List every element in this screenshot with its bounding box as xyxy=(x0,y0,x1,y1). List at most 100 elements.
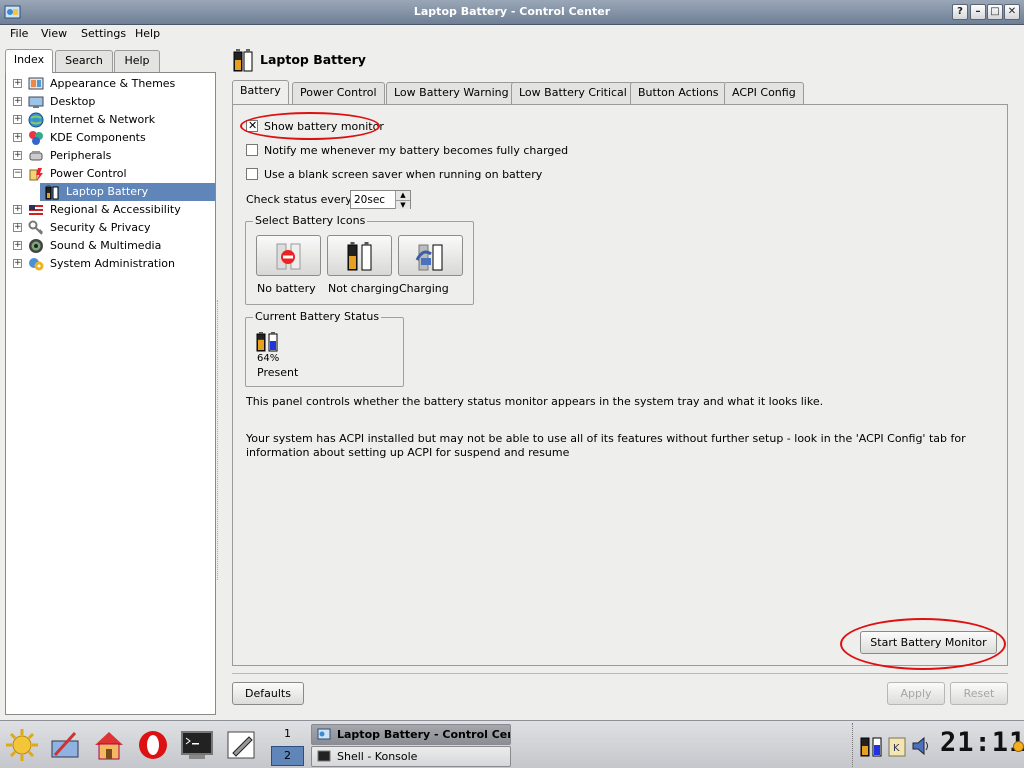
tree-item-peripherals[interactable]: + Peripherals xyxy=(6,147,215,165)
tree-item-regional-accessibility[interactable]: + Regional & Accessibility xyxy=(6,201,215,219)
tab-index[interactable]: Index xyxy=(5,49,53,73)
tree-item-label: Peripherals xyxy=(50,149,112,162)
appearance-icon xyxy=(28,77,44,90)
separator xyxy=(232,673,1008,674)
power-icon xyxy=(29,168,43,181)
notify-full-checkbox[interactable] xyxy=(246,144,258,156)
tree-item-desktop[interactable]: + Desktop xyxy=(6,93,215,111)
tree-item-label: Desktop xyxy=(50,95,96,108)
tree-item-kde-components[interactable]: + KDE Components xyxy=(6,129,215,147)
globe-icon xyxy=(28,112,44,128)
tree-item-appearance-themes[interactable]: + Appearance & Themes xyxy=(6,75,215,93)
kde-menu-icon[interactable] xyxy=(4,727,40,763)
notify-full-label[interactable]: Notify me whenever my battery becomes fu… xyxy=(264,144,568,157)
defaults-button[interactable]: Defaults xyxy=(232,682,304,705)
spin-down-icon[interactable]: ▼ xyxy=(395,200,410,209)
tab-battery[interactable]: Battery xyxy=(232,80,289,104)
expand-icon[interactable]: + xyxy=(13,241,22,250)
terminal-icon xyxy=(317,750,331,762)
not-charging-label: Not charging xyxy=(328,282,399,295)
info-text-2: Your system has ACPI installed but may n… xyxy=(246,432,966,459)
module-title: Laptop Battery xyxy=(260,52,366,67)
help-window-button[interactable]: ? xyxy=(952,4,968,20)
battery-tray-icon[interactable] xyxy=(860,735,884,757)
tree-item-label: Regional & Accessibility xyxy=(50,203,181,216)
task-label: Shell - Konsole xyxy=(337,750,418,763)
window-titlebar[interactable]: Laptop Battery - Control Center ? – □ ✕ xyxy=(0,0,1024,25)
tree-item-label: Security & Privacy xyxy=(50,221,151,234)
menu-settings[interactable]: Settings xyxy=(81,27,126,40)
red-annotation-circle xyxy=(840,618,1006,670)
expand-icon[interactable]: + xyxy=(13,115,22,124)
terminal-icon[interactable] xyxy=(179,727,215,763)
battery-tab-panel: Show battery monitor Notify me whenever … xyxy=(232,104,1008,670)
security-icon xyxy=(28,220,43,235)
task-control-center[interactable]: Laptop Battery - Control Center xyxy=(311,724,511,745)
tree-item-label: Sound & Multimedia xyxy=(50,239,162,252)
expand-icon[interactable]: + xyxy=(13,205,22,214)
no-battery-icon-button[interactable] xyxy=(256,235,321,276)
charging-icon-button[interactable] xyxy=(398,235,463,276)
current-battery-status-title: Current Battery Status xyxy=(253,310,382,323)
opera-browser-icon[interactable] xyxy=(135,727,171,763)
admin-icon xyxy=(29,258,44,271)
check-status-label: Check status every: xyxy=(246,193,355,206)
minimize-button[interactable]: – xyxy=(970,4,986,20)
svg-text:K: K xyxy=(893,743,900,754)
tree-item-security-privacy[interactable]: + Security & Privacy xyxy=(6,219,215,237)
task-konsole[interactable]: Shell - Konsole xyxy=(311,746,511,767)
tree-item-sound-multimedia[interactable]: + Sound & Multimedia xyxy=(6,237,215,255)
clock[interactable]: 21:11 xyxy=(940,727,1024,758)
tree-item-power-control[interactable]: − Power Control xyxy=(6,165,215,183)
expand-icon[interactable]: + xyxy=(13,133,22,142)
check-status-value: 20sec xyxy=(354,194,386,206)
spin-up-icon[interactable]: ▲ xyxy=(395,191,410,200)
tray-separator xyxy=(852,723,853,767)
not-charging-icon-button[interactable] xyxy=(327,235,392,276)
module-tabs: Battery Power Control Low Battery Warnin… xyxy=(232,80,1008,104)
tree-item-system-administration[interactable]: + System Administration xyxy=(6,255,215,273)
menu-view[interactable]: View xyxy=(41,27,67,40)
tab-low-battery-critical[interactable]: Low Battery Critical xyxy=(511,82,635,104)
show-desktop-icon[interactable] xyxy=(47,727,83,763)
expand-icon[interactable]: + xyxy=(13,259,22,268)
menu-file[interactable]: File xyxy=(10,27,28,40)
panel-splitter[interactable] xyxy=(217,300,220,580)
tree-item-laptop-battery[interactable]: Laptop Battery xyxy=(40,183,215,201)
collapse-icon[interactable]: − xyxy=(13,169,22,178)
reset-button[interactable]: Reset xyxy=(950,682,1008,705)
tab-power-control[interactable]: Power Control xyxy=(292,82,385,104)
tree-item-internet-network[interactable]: + Internet & Network xyxy=(6,111,215,129)
desktop-pager-2[interactable]: 2 xyxy=(271,746,304,766)
menu-help[interactable]: Help xyxy=(135,27,160,40)
battery-state: Present xyxy=(257,366,299,379)
charging-icon xyxy=(415,244,443,271)
peripherals-icon xyxy=(29,151,43,161)
blank-screensaver-checkbox[interactable] xyxy=(246,168,258,180)
klipper-icon[interactable]: K xyxy=(887,735,907,757)
tab-low-battery-warning[interactable]: Low Battery Warning xyxy=(386,82,517,104)
module-tree[interactable]: + Appearance & Themes + Desktop + Intern… xyxy=(5,72,216,715)
expand-icon[interactable]: + xyxy=(13,97,22,106)
tab-help[interactable]: Help xyxy=(114,50,160,72)
maximize-button[interactable]: □ xyxy=(987,4,1003,20)
tab-acpi-config[interactable]: ACPI Config xyxy=(724,82,804,104)
text-editor-icon[interactable] xyxy=(223,727,259,763)
components-icon xyxy=(29,131,43,145)
home-folder-icon[interactable] xyxy=(91,727,127,763)
panel-handle-icon[interactable] xyxy=(1013,741,1024,752)
blank-screensaver-label[interactable]: Use a blank screen saver when running on… xyxy=(264,168,542,181)
apply-button[interactable]: Apply xyxy=(887,682,945,705)
sound-icon xyxy=(29,239,43,253)
close-button[interactable]: ✕ xyxy=(1004,4,1020,20)
expand-icon[interactable]: + xyxy=(13,223,22,232)
volume-icon[interactable] xyxy=(910,735,932,757)
expand-icon[interactable]: + xyxy=(13,79,22,88)
not-charging-icon xyxy=(347,242,372,271)
desktop-pager-1[interactable]: 1 xyxy=(271,725,304,745)
tab-search[interactable]: Search xyxy=(55,50,113,72)
expand-icon[interactable]: + xyxy=(13,151,22,160)
tab-button-actions[interactable]: Button Actions xyxy=(630,82,727,104)
battery-icon xyxy=(45,185,59,200)
check-status-spinbox[interactable]: 20sec ▲ ▼ xyxy=(350,190,411,209)
